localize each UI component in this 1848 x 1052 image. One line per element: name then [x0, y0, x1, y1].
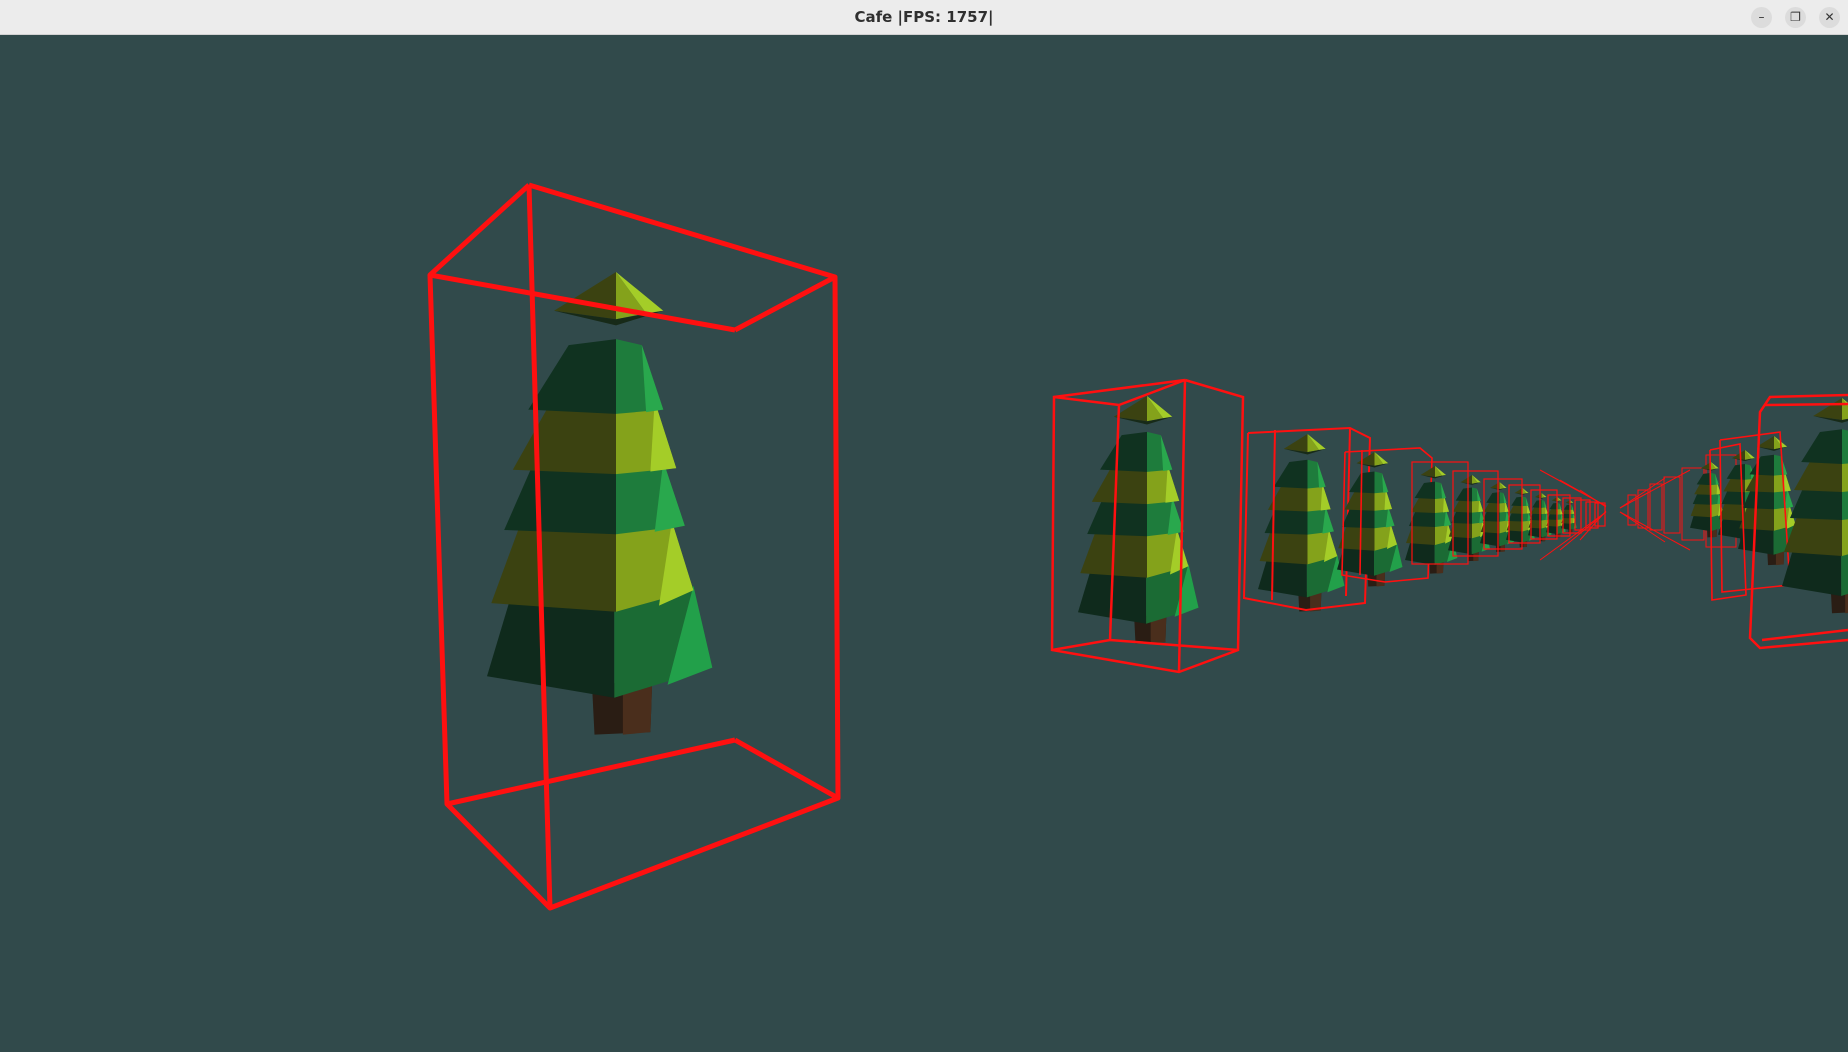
tree-2: [1050, 378, 1245, 674]
restore-button[interactable]: ❐: [1785, 7, 1806, 28]
distant-trees-left: [1405, 461, 1607, 574]
close-button[interactable]: ✕: [1819, 7, 1840, 28]
minimize-icon: –: [1758, 10, 1765, 24]
window-titlebar[interactable]: Cafe |FPS: 1757| – ❐ ✕: [0, 0, 1848, 35]
render-viewport[interactable]: [0, 35, 1848, 1052]
close-icon: ✕: [1824, 10, 1835, 24]
minimize-button[interactable]: –: [1751, 7, 1772, 28]
distant-trees-right: [1619, 393, 1848, 650]
scene-canvas: [427, 182, 1848, 911]
window-title: Cafe |FPS: 1757|: [854, 8, 994, 26]
restore-icon: ❐: [1790, 10, 1801, 24]
tree-1: [427, 182, 841, 911]
